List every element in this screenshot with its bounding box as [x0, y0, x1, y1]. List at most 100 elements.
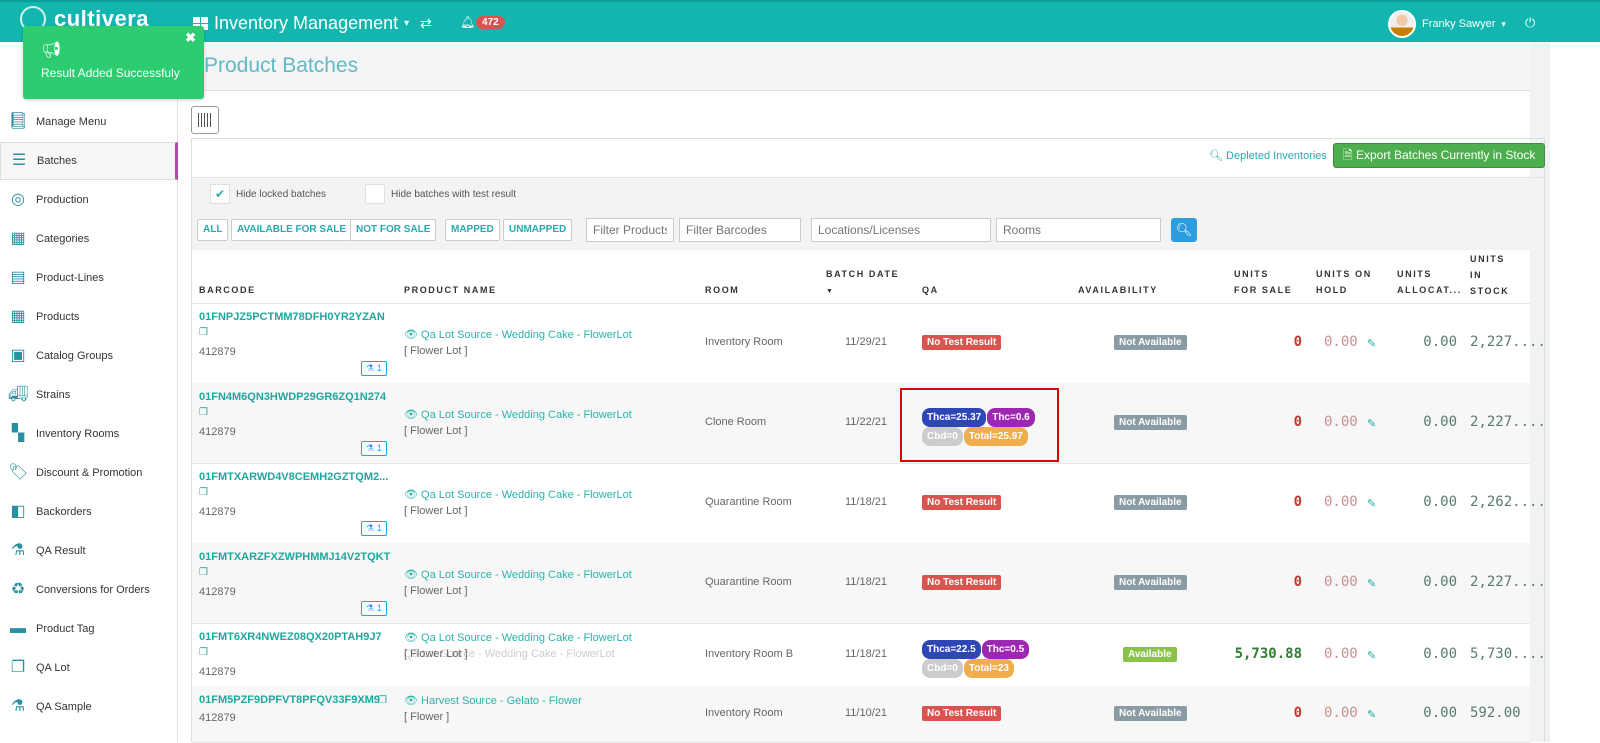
eye-icon: 👁︎: [404, 409, 422, 421]
swap-icon[interactable]: ⇄: [420, 15, 432, 32]
depleted-inventories-link[interactable]: 🔍︎ Depleted Inventories: [1209, 149, 1327, 162]
app-switcher[interactable]: Inventory Management ▾: [193, 13, 409, 34]
col-barcode[interactable]: BARCODE: [199, 282, 256, 298]
product-link[interactable]: 👁︎ Qa Lot Source - Wedding Cake - Flower…: [404, 488, 632, 501]
megaphone-icon: 📢︎: [41, 42, 62, 59]
copy-icon[interactable]: ❐: [199, 327, 208, 338]
sidebar-item-qa-lot[interactable]: ❐ QA Lot: [0, 649, 178, 687]
batch-date: 11/10/21: [845, 707, 888, 719]
top-navbar: cultivera Inventory Management ▾ ⇄ 🔔︎ 472…: [0, 0, 1600, 42]
sidebar-item-manage-menu[interactable]: 📘︎ Manage Menu: [0, 103, 178, 141]
product-link[interactable]: 👁︎ Qa Lot Source - Wedding Cake - Flower…: [404, 568, 632, 581]
sidebar-item-product-tag[interactable]: ▬ Product Tag: [0, 610, 178, 648]
rooms-select[interactable]: [996, 218, 1161, 242]
availability-badge: Not Available: [1114, 575, 1187, 590]
notification-count[interactable]: 472: [476, 16, 505, 29]
product-link[interactable]: 👁︎ Qa Lot Source - Wedding Cake - Flower…: [404, 631, 632, 644]
sort-desc-icon: ▼: [826, 288, 835, 295]
barcode-scan-button[interactable]: [191, 106, 219, 134]
barcode-link[interactable]: 01FN4M6QN3HWDP29GR6ZQ1N274: [199, 391, 386, 403]
eye-icon: 👁︎: [404, 489, 422, 501]
batch-date: 11/29/21: [845, 336, 888, 348]
barcode-link[interactable]: 01FNPJZ5PCTMM78DFH0YR2YZAN: [199, 311, 385, 323]
user-menu[interactable]: Franky Sawyer ▾: [1388, 10, 1506, 38]
col-batch-date[interactable]: BATCH DATE ▼: [826, 266, 899, 300]
sidebar-item-production[interactable]: ◎ Production: [0, 181, 178, 219]
col-units-on-hold[interactable]: UNITS ON HOLD: [1316, 266, 1376, 298]
caret-down-icon: ▾: [1501, 18, 1506, 29]
sidebar-item-backorders[interactable]: ◧ Backorders: [0, 493, 178, 531]
product-link[interactable]: 👁︎ Qa Lot Source - Wedding Cake - Flower…: [404, 328, 632, 341]
sidebar-item-qa-result[interactable]: ⚗ QA Result: [0, 532, 178, 570]
room: Quarantine Room: [705, 496, 792, 508]
filter-products-input[interactable]: [586, 218, 674, 242]
sidebar-item-strains[interactable]: 🚚︎ Strains: [0, 376, 178, 414]
col-units-allocated[interactable]: UNITS ALLOCAT...: [1397, 266, 1463, 298]
barcode-link[interactable]: 01FMTXARWD4V8CEMH2GZTQM2...: [199, 471, 388, 483]
barcode-link[interactable]: 01FMTXARZFXZWPHMMJ14V2TQKT: [199, 551, 390, 563]
hide-locked-checkbox[interactable]: ✔ Hide locked batches: [210, 184, 326, 204]
filter-available-button[interactable]: AVAILABLE FOR SALE: [231, 219, 353, 241]
sidebar-item-conversions-for-orders[interactable]: ♻ Conversions for Orders: [0, 571, 178, 609]
locations-select[interactable]: [811, 218, 991, 242]
batch-code: 412879: [199, 586, 236, 598]
power-icon[interactable]: ⏻: [1525, 15, 1535, 31]
copy-icon[interactable]: ❐: [199, 647, 208, 658]
qa-count-badge[interactable]: ⚗ 1: [361, 441, 387, 456]
close-icon[interactable]: ✖: [185, 30, 196, 46]
columns-icon: ▤: [10, 269, 26, 286]
export-button[interactable]: 🗎 Export Batches Currently in Stock: [1333, 143, 1546, 168]
product-type: [ Flower Lot ]: [404, 345, 468, 357]
sidebar-item-discount-promotion[interactable]: 🏷︎ Discount & Promotion: [0, 454, 178, 492]
copy-icon[interactable]: ❐: [199, 407, 208, 418]
search-button[interactable]: 🔍︎: [1171, 218, 1197, 242]
filter-not-for-sale-button[interactable]: NOT FOR SALE: [350, 219, 437, 241]
col-room[interactable]: ROOM: [705, 282, 739, 298]
filter-all-button[interactable]: ALL: [197, 219, 229, 241]
units-in-stock: 2,227....: [1470, 574, 1546, 590]
availability-badge: Not Available: [1114, 495, 1187, 510]
pencil-icon[interactable]: ✎: [1367, 417, 1376, 430]
backorder-icon: ◧: [10, 503, 26, 520]
units-on-hold: 0.00: [1324, 645, 1358, 662]
room: Clone Room: [705, 416, 767, 428]
qa-count-badge[interactable]: ⚗ 1: [361, 601, 387, 616]
qa-count-badge[interactable]: ⚗ 1: [361, 361, 387, 376]
pencil-icon[interactable]: ✎: [1367, 708, 1376, 721]
hide-tested-checkbox[interactable]: Hide batches with test result: [365, 184, 516, 204]
recycle-icon: ♻: [10, 581, 26, 598]
qa-count-badge[interactable]: ⚗ 1: [361, 521, 387, 536]
book-icon: 📘︎: [8, 113, 29, 130]
list-icon: ☰: [11, 152, 27, 169]
units-for-sale: 0: [1293, 334, 1302, 350]
sidebar-item-products[interactable]: ▦ Products: [0, 298, 178, 336]
pencil-icon[interactable]: ✎: [1367, 649, 1376, 662]
units-in-stock: 2,227....: [1470, 334, 1546, 350]
col-product[interactable]: PRODUCT NAME: [404, 282, 497, 298]
barcode-link[interactable]: 01FM5PZF9DPFVT8PFQV33F9XM9: [199, 694, 380, 706]
filter-unmapped-button[interactable]: UNMAPPED: [503, 219, 573, 241]
sidebar-item-inventory-rooms[interactable]: ▚ Inventory Rooms: [0, 415, 178, 453]
col-qa[interactable]: QA: [922, 282, 939, 298]
sidebar-item-qa-sample[interactable]: ⚗ QA Sample: [0, 688, 178, 726]
bell-icon[interactable]: 🔔︎: [460, 15, 475, 29]
col-availability[interactable]: AVAILABILITY: [1078, 282, 1158, 298]
product-link[interactable]: 👁︎ Harvest Source - Gelato - Flower: [404, 694, 582, 707]
filter-barcodes-input[interactable]: [679, 218, 801, 242]
col-units-for-sale[interactable]: UNITS FOR SALE: [1234, 266, 1294, 298]
sidebar-item-catalog-groups[interactable]: ▣ Catalog Groups: [0, 337, 178, 375]
sidebar-item-product-lines[interactable]: ▤ Product-Lines: [0, 259, 178, 297]
sidebar-item-categories[interactable]: ▦ Categories: [0, 220, 178, 258]
copy-icon[interactable]: ❐: [199, 487, 208, 498]
col-units-in-stock[interactable]: UNITS IN STOCK: [1470, 251, 1510, 299]
filter-mapped-button[interactable]: MAPPED: [445, 219, 500, 241]
pencil-icon[interactable]: ✎: [1367, 337, 1376, 350]
barcode-link[interactable]: 01FMT6XR4NWEZ08QX20PTAH9J7: [199, 631, 382, 643]
pencil-icon[interactable]: ✎: [1367, 577, 1376, 590]
sidebar-item-batches[interactable]: ☰ Batches: [0, 142, 178, 180]
product-link[interactable]: 👁︎ Qa Lot Source - Wedding Cake - Flower…: [404, 408, 632, 421]
pencil-icon[interactable]: ✎: [1367, 497, 1376, 510]
copy-icon[interactable]: ❐: [378, 695, 387, 706]
copy-icon[interactable]: ❐: [199, 567, 208, 578]
qa-results[interactable]: Thca=22.5 Thc=0.5 Cbd=0 Total=23: [922, 639, 1052, 678]
